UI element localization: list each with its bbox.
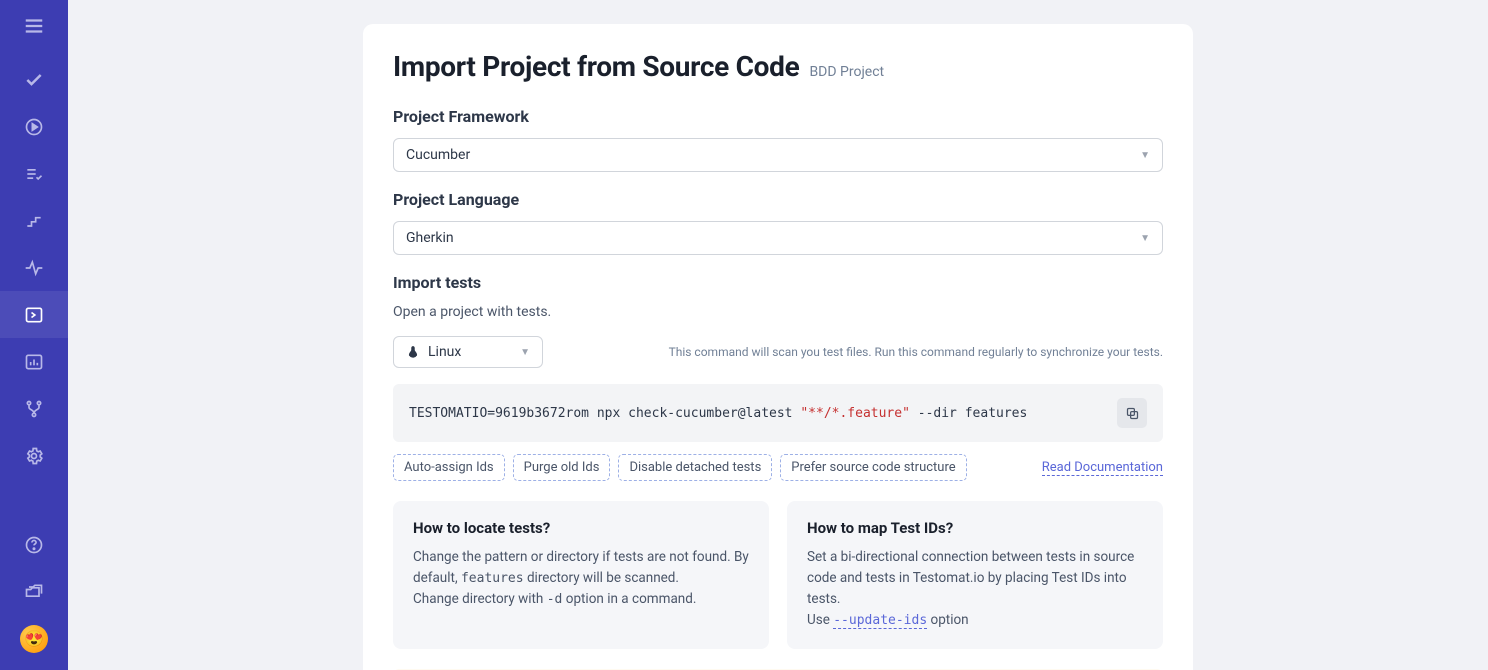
- scan-hint: This command will scan you test files. R…: [669, 345, 1163, 359]
- nav-tests[interactable]: [0, 56, 68, 103]
- nav-steps[interactable]: [0, 197, 68, 244]
- framework-label: Project Framework: [393, 107, 1163, 126]
- import-label: Import tests: [393, 273, 1163, 292]
- linux-icon: [406, 345, 420, 359]
- branch-icon: [24, 399, 44, 419]
- import-card: Import Project from Source Code BDD Proj…: [363, 24, 1193, 670]
- play-circle-icon: [24, 117, 44, 137]
- command-text: TESTOMATIO=9619b3672rom npx check-cucumb…: [409, 406, 1027, 421]
- chip-prefer-source[interactable]: Prefer source code structure: [780, 454, 966, 481]
- framework-value: Cucumber: [406, 147, 470, 163]
- import-icon: [24, 305, 44, 325]
- os-select[interactable]: Linux ▼: [393, 336, 543, 368]
- chevron-down-icon: ▼: [1140, 233, 1150, 244]
- nav-help[interactable]: [0, 521, 68, 568]
- command-block: TESTOMATIO=9619b3672rom npx check-cucumb…: [393, 384, 1163, 442]
- nav-plans[interactable]: [0, 150, 68, 197]
- info-locate-title: How to locate tests?: [413, 519, 749, 537]
- avatar: 😍: [20, 625, 48, 653]
- framework-select[interactable]: Cucumber ▼: [393, 138, 1163, 172]
- page-subtitle: BDD Project: [809, 64, 884, 80]
- pulse-icon: [24, 258, 44, 278]
- chip-purge[interactable]: Purge old Ids: [513, 454, 611, 481]
- os-value: Linux: [428, 344, 461, 360]
- chip-auto-assign[interactable]: Auto-assign Ids: [393, 454, 505, 481]
- copy-button[interactable]: [1117, 398, 1147, 428]
- hamburger-icon: [23, 15, 45, 37]
- info-map: How to map Test IDs? Set a bi-directiona…: [787, 501, 1163, 649]
- main-content: Import Project from Source Code BDD Proj…: [68, 0, 1488, 670]
- folders-icon: [24, 582, 44, 602]
- copy-icon: [1125, 406, 1140, 421]
- language-select[interactable]: Gherkin ▼: [393, 221, 1163, 255]
- info-locate: How to locate tests? Change the pattern …: [393, 501, 769, 649]
- language-value: Gherkin: [406, 230, 454, 246]
- info-map-title: How to map Test IDs?: [807, 519, 1143, 537]
- nav-profile[interactable]: 😍: [0, 615, 68, 662]
- chip-disable-detached[interactable]: Disable detached tests: [618, 454, 772, 481]
- chevron-down-icon: ▼: [520, 347, 530, 358]
- import-hint: Open a project with tests.: [393, 304, 1163, 320]
- sidebar: 😍: [0, 0, 68, 670]
- nav-settings[interactable]: [0, 432, 68, 479]
- page-title: Import Project from Source Code: [393, 50, 799, 83]
- nav-import[interactable]: [0, 291, 68, 338]
- nav-analytics[interactable]: [0, 338, 68, 385]
- stairs-icon: [24, 211, 44, 231]
- chart-icon: [24, 352, 44, 372]
- nav-activity[interactable]: [0, 244, 68, 291]
- nav-branches[interactable]: [0, 385, 68, 432]
- chevron-down-icon: ▼: [1140, 150, 1150, 161]
- help-icon: [24, 535, 44, 555]
- list-check-icon: [24, 164, 44, 184]
- gear-icon: [24, 446, 44, 466]
- info-locate-body: Change the pattern or directory if tests…: [413, 547, 749, 610]
- menu-toggle[interactable]: [0, 8, 68, 44]
- read-documentation-link[interactable]: Read Documentation: [1042, 460, 1163, 476]
- info-map-body: Set a bi-directional connection between …: [807, 547, 1143, 631]
- language-label: Project Language: [393, 190, 1163, 209]
- nav-runs[interactable]: [0, 103, 68, 150]
- nav-projects[interactable]: [0, 568, 68, 615]
- check-icon: [24, 70, 44, 90]
